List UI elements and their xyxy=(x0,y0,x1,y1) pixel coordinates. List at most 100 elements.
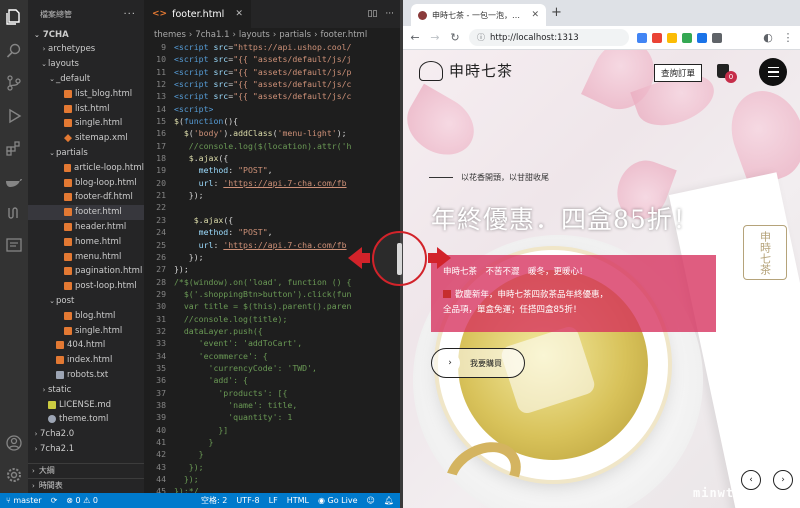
tree-file[interactable]: footer-df.html xyxy=(28,190,144,205)
forward-arrow-icon[interactable]: → xyxy=(429,31,441,44)
tree-file[interactable]: robots.txt xyxy=(28,368,144,383)
tree-folder[interactable]: › static xyxy=(28,382,144,397)
code-text: //console.log($(location).attr('h xyxy=(188,140,352,151)
tree-file[interactable]: footer.html xyxy=(28,204,144,220)
hamburger-menu-button[interactable] xyxy=(759,58,787,86)
more-actions-icon[interactable]: ··· xyxy=(123,9,136,20)
tree-folder[interactable]: ⌄ partials xyxy=(28,146,144,161)
split-drag-handle[interactable] xyxy=(397,243,402,275)
reload-icon[interactable]: ↻ xyxy=(449,31,461,44)
tree-folder[interactable]: ⌄ layouts xyxy=(28,57,144,72)
new-tab-plus-icon[interactable]: + xyxy=(551,5,562,20)
browser-extension-icon[interactable] xyxy=(682,32,692,43)
tree-file[interactable]: header.html xyxy=(28,220,144,235)
eol-indicator[interactable]: LF xyxy=(269,496,278,505)
code-line: 13 <script src="{{ "assets/default/js/c xyxy=(144,91,400,103)
tree-folder[interactable]: ⌄ post xyxy=(28,294,144,309)
tree-file[interactable]: single.html xyxy=(28,323,144,338)
tree-file[interactable]: index.html xyxy=(28,353,144,368)
breadcrumb-item[interactable]: footer.html xyxy=(320,30,367,40)
chevron-down-icon: ⌄ xyxy=(49,296,55,305)
code-text: 'add': { xyxy=(208,375,248,386)
docker-icon[interactable] xyxy=(5,172,23,190)
breadcrumb-item[interactable]: themes xyxy=(154,30,186,40)
tree-folder[interactable]: › 7cha2.0 xyxy=(28,427,144,442)
tree-file[interactable]: blog-loop.html xyxy=(28,175,144,190)
indentation-indicator[interactable]: 空格: 2 xyxy=(201,495,227,506)
site-logo[interactable]: 申時七茶 xyxy=(419,60,513,81)
account-icon[interactable] xyxy=(5,434,23,452)
feedback-icon[interactable]: ☺ xyxy=(367,496,375,505)
address-bar[interactable]: ⓘ http://localhost:1313 xyxy=(469,29,629,46)
language-mode[interactable]: HTML xyxy=(287,496,309,505)
tree-file[interactable]: article-loop.html xyxy=(28,160,144,175)
close-tab-icon[interactable]: ✕ xyxy=(531,10,539,20)
settings-gear-icon[interactable] xyxy=(5,466,23,484)
tree-item-label: footer.html xyxy=(75,207,122,218)
encoding-indicator[interactable]: UTF-8 xyxy=(236,496,259,505)
code-line: 30 var title = $(this).parent().paren xyxy=(144,301,400,313)
code-text: <script src="{{ "assets/default/js/c xyxy=(174,91,352,102)
breadcrumb-item[interactable]: 7cha1.1 xyxy=(195,30,229,40)
tree-folder[interactable]: › archetypes xyxy=(28,42,144,57)
split-editor-icon[interactable]: ▯▯ xyxy=(368,9,378,19)
tree-file[interactable]: blog.html xyxy=(28,308,144,323)
tree-file[interactable]: home.html xyxy=(28,234,144,249)
breadcrumb-item[interactable]: partials xyxy=(279,30,311,40)
tree-file[interactable]: post-loop.html xyxy=(28,279,144,294)
line-number: 25 xyxy=(156,239,166,250)
tree-item-label: partials xyxy=(56,147,88,158)
buy-now-button[interactable]: › 我要購買 xyxy=(431,348,525,378)
petal-decoration xyxy=(719,80,800,190)
browser-extension-icon[interactable] xyxy=(697,32,707,43)
code-line: 32 dataLayer.push({ xyxy=(144,326,400,338)
tree-file[interactable]: theme.toml xyxy=(28,412,144,427)
browser-tab[interactable]: 申時七茶 - 一包一泡，就是現代 ✕ xyxy=(411,4,546,26)
tree-file[interactable]: single.html xyxy=(28,116,144,131)
extensions-icon[interactable] xyxy=(5,139,23,157)
tree-file[interactable]: list.html xyxy=(28,101,144,116)
close-tab-icon[interactable]: ✕ xyxy=(235,9,243,19)
tree-file[interactable]: sitemap.xml xyxy=(28,131,144,146)
browser-extension-icon[interactable] xyxy=(652,32,662,43)
remote-explorer-icon[interactable] xyxy=(5,204,23,222)
line-number: 36 xyxy=(156,375,166,386)
back-arrow-icon[interactable]: ← xyxy=(409,31,421,44)
run-debug-icon[interactable] xyxy=(5,107,23,125)
branch-indicator[interactable]: ⑂ master xyxy=(6,496,42,505)
tree-file[interactable]: 404.html xyxy=(28,338,144,353)
explorer-icon[interactable] xyxy=(5,8,23,26)
sync-icon[interactable]: ⟳ xyxy=(51,496,58,505)
slider-next-button[interactable]: › xyxy=(773,470,793,490)
notifications-bell-icon[interactable]: 🔔︎ xyxy=(384,496,394,505)
root-folder[interactable]: ⌄ 7CHA xyxy=(28,28,144,42)
breadcrumb-item[interactable]: layouts xyxy=(239,30,270,40)
line-number: 30 xyxy=(156,301,166,312)
more-actions-icon[interactable]: ··· xyxy=(385,9,394,19)
outline-section[interactable]: › 大綱 xyxy=(28,463,144,477)
browser-extension-icon[interactable] xyxy=(637,32,647,43)
browser-extension-icon[interactable] xyxy=(667,32,677,43)
tree-file[interactable]: menu.html xyxy=(28,249,144,264)
tree-file[interactable]: list_blog.html xyxy=(28,86,144,101)
tab-footer-html[interactable]: <> footer.html ✕ xyxy=(144,0,251,28)
source-control-icon[interactable] xyxy=(5,74,23,92)
xml-file-icon xyxy=(64,134,72,143)
query-order-button[interactable]: 查詢訂單 xyxy=(654,64,703,82)
preview-icon[interactable] xyxy=(5,236,23,254)
browser-extension-icon[interactable] xyxy=(712,32,722,43)
line-number: 19 xyxy=(156,165,166,176)
search-icon[interactable] xyxy=(5,42,23,60)
html-file-icon xyxy=(64,252,72,261)
tree-file[interactable]: pagination.html xyxy=(28,264,144,279)
go-live-label: Go Live xyxy=(327,496,358,505)
tree-file[interactable]: LICENSE.md xyxy=(28,397,144,412)
problems-indicator[interactable]: ⊗ 0 ⚠ 0 xyxy=(66,496,98,505)
tree-folder[interactable]: ⌄ _default xyxy=(28,72,144,87)
kebab-menu-icon[interactable]: ⋮ xyxy=(782,31,794,44)
tree-folder[interactable]: › 7cha2.1 xyxy=(28,442,144,457)
profile-avatar-icon[interactable]: ◐ xyxy=(762,31,774,44)
timeline-section[interactable]: › 時間表 xyxy=(28,478,144,492)
go-live-button[interactable]: ◉ Go Live xyxy=(318,496,358,505)
promo-line-1: 申時七茶 不苦不澀 暖冬，更暖心！ xyxy=(443,267,588,277)
